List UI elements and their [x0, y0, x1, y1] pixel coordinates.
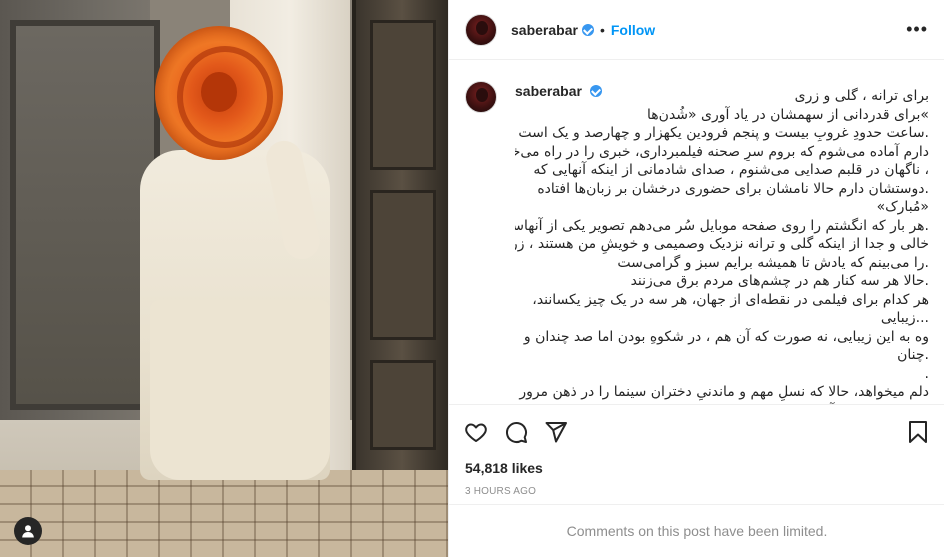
- avatar[interactable]: [465, 13, 497, 46]
- post-side-panel: saberabar • Follow ••• saberabar برای تر…: [448, 0, 944, 557]
- caption-line: .را می‌بینم که یادش تا همیشه برایم سبز و…: [617, 254, 929, 271]
- caption-line: .چنان: [897, 347, 929, 363]
- header-username[interactable]: saberabar: [511, 22, 578, 38]
- post-timestamp[interactable]: 3 HOURS AGO: [465, 486, 536, 497]
- verified-badge-icon: [590, 85, 603, 97]
- comments-limited-notice: Comments on this post have been limited.: [449, 504, 944, 557]
- save-button[interactable]: [905, 419, 931, 445]
- post-header: saberabar • Follow •••: [449, 0, 944, 60]
- follow-button[interactable]: Follow: [611, 22, 655, 38]
- caption-line: دارم آماده می‌شوم که بروم سرِ صحنه فیلمب…: [515, 143, 929, 160]
- more-options-icon[interactable]: •••: [906, 19, 928, 40]
- orange-flower-overlay: [155, 26, 283, 160]
- photo-brick-ledge: [0, 470, 448, 557]
- caption-area[interactable]: saberabar برای ترانه ، گلی و زری »برای قد…: [449, 61, 944, 404]
- caption-line: وه به این زیبایی، نه صورت که آن هم ، در …: [523, 328, 929, 345]
- caption-line: .ساعت حدودِ غروبِ بیست و پنجم فرودین یکه…: [518, 125, 929, 141]
- caption-text: برای ترانه ، گلی و زری »برای قدردانی از س…: [515, 87, 929, 404]
- caption-line: ...زیبایی: [880, 310, 929, 326]
- user-tag-icon[interactable]: [14, 517, 42, 545]
- caption-avatar[interactable]: [465, 81, 497, 113]
- paper-plane-icon: [545, 421, 567, 442]
- comment-bubble-icon: [506, 421, 527, 443]
- caption-line: .دوستشان دارم حالا نامشان برای حضوری درخ…: [537, 180, 929, 197]
- bookmark-icon: [909, 420, 927, 443]
- like-button[interactable]: [463, 419, 489, 445]
- caption-line: هر کدام برای فیلمی در نقطه‌ای از جهان، ه…: [532, 291, 929, 308]
- heart-icon: [465, 423, 487, 442]
- photo-figure-skirt: [150, 300, 330, 480]
- caption-username[interactable]: saberabar: [515, 83, 582, 99]
- photo-window: [10, 20, 160, 410]
- caption-line: »برای قدردانی از سهمشان در یاد آوری «شُد…: [647, 106, 929, 123]
- user-tag-glyph: [22, 525, 34, 538]
- photo-door: [352, 0, 448, 470]
- post-actions-bar: [449, 404, 944, 458]
- caption-line: .: [924, 365, 929, 382]
- post-photo[interactable]: [0, 0, 448, 557]
- verified-badge-icon: [581, 23, 594, 36]
- comment-button[interactable]: [503, 419, 529, 445]
- separator-dot: •: [599, 21, 605, 38]
- share-button[interactable]: [543, 419, 569, 445]
- caption-line: .هر بار که انگشتم را روی صفحه موبایل سُر…: [515, 217, 929, 234]
- caption-line: خالی و جدا از اینکه گلی و ترانه نزدیک وص…: [515, 236, 929, 252]
- caption-line: «مُبارک»: [876, 199, 929, 215]
- caption-line: ، ناگهان در قلبم صدایی می‌شنوم ، صدای شا…: [533, 162, 929, 178]
- caption-line: .حالا هر سه کنار هم در چشم‌های مردم برق …: [630, 273, 929, 289]
- likes-count[interactable]: 54,818 likes: [465, 460, 543, 476]
- caption-line: دلم میخواهد، حالا که نسلِ مهم و ماندنیِ …: [519, 384, 929, 400]
